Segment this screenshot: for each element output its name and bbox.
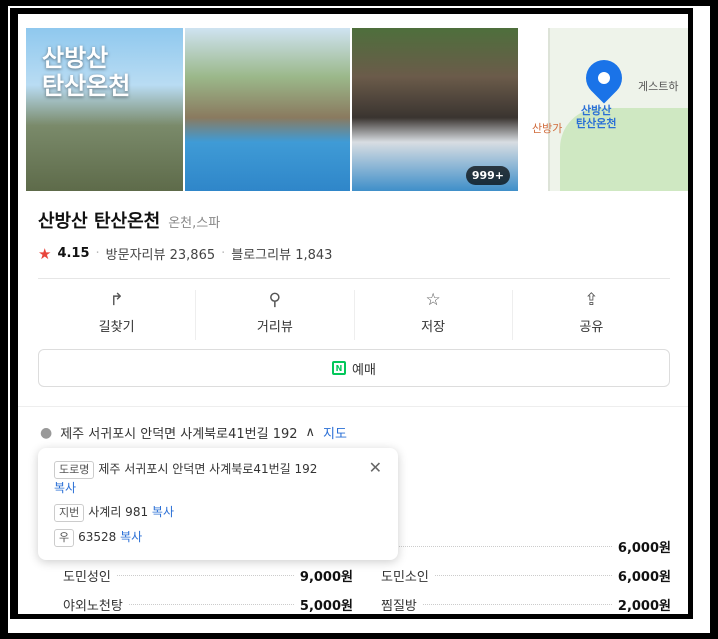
price-cell: 야외노천탕 5,000원 bbox=[63, 599, 353, 614]
street-view-icon: ⚲ bbox=[268, 290, 282, 310]
place-category: 온천,스파 bbox=[168, 216, 221, 231]
zip-row: 우 63528 복사 bbox=[54, 528, 382, 547]
directions-icon: ↱ bbox=[109, 290, 124, 310]
visitor-reviews-link[interactable]: 방문자리뷰 23,865 bbox=[106, 244, 215, 263]
directions-button[interactable]: ↱ 길찾기 bbox=[38, 290, 197, 340]
photo-2[interactable] bbox=[185, 28, 350, 191]
save-button[interactable]: ☆ 저장 bbox=[355, 290, 513, 340]
road-address-row: 도로명 제주 서귀포시 안덕면 사계북로41번길 192 복사 bbox=[54, 461, 318, 495]
map-road bbox=[520, 28, 550, 191]
rating-star-icon: ★ bbox=[38, 244, 52, 263]
naver-booking-icon: N bbox=[332, 361, 347, 375]
lot-address-row: 지번 사계리 981 복사 bbox=[54, 503, 382, 522]
close-icon[interactable]: ✕ bbox=[369, 458, 382, 477]
map-link[interactable]: 지도 bbox=[323, 423, 347, 442]
share-button[interactable]: ⇪ 공유 bbox=[513, 290, 670, 340]
map-pin-icon bbox=[578, 52, 630, 104]
photo-1[interactable]: 산방산 탄산온천 bbox=[26, 28, 183, 191]
place-title-row: 산방산 탄산온천 온천,스파 bbox=[38, 207, 220, 233]
price-cell: 인6,000원 bbox=[381, 537, 671, 556]
photo-title: 산방산 탄산온천 bbox=[42, 44, 130, 100]
share-icon: ⇪ bbox=[584, 290, 599, 310]
map-poi-restaurant: 산방가 bbox=[532, 122, 563, 135]
booking-button[interactable]: N 예매 bbox=[38, 349, 670, 387]
price-row: 도민성인 9,000원 도민소인 6,000원 bbox=[63, 561, 673, 590]
address-row: ● 제주 서귀포시 안덕면 사계북로41번길 192 ∧ 지도 bbox=[40, 423, 347, 443]
copy-zip-button[interactable]: 복사 bbox=[120, 530, 142, 544]
action-bar: ↱ 길찾기 ⚲ 거리뷰 ☆ 저장 ⇪ 공유 bbox=[38, 290, 670, 340]
photo-strip: 산방산 탄산온천 999+ 산방산 탄산온천 게스트하 산방가 bbox=[26, 28, 688, 191]
photo-title-line1: 산방산 bbox=[42, 44, 109, 72]
divider bbox=[38, 278, 670, 279]
address-toggle-chevron-icon[interactable]: ∧ bbox=[306, 425, 316, 440]
place-name: 산방산 탄산온천 bbox=[38, 211, 161, 232]
copy-road-address-button[interactable]: 복사 bbox=[54, 481, 76, 495]
address-text: 제주 서귀포시 안덕면 사계북로41번길 192 bbox=[60, 427, 298, 442]
street-view-button[interactable]: ⚲ 거리뷰 bbox=[196, 290, 355, 340]
section-divider bbox=[18, 406, 688, 407]
photo-count-badge: 999+ bbox=[465, 166, 510, 185]
price-row: 야외노천탕 5,000원 찜질방 2,000원 bbox=[63, 590, 673, 614]
blog-reviews-link[interactable]: 블로그리뷰 1,843 bbox=[231, 244, 332, 263]
photo-title-line2: 탄산온천 bbox=[42, 72, 131, 100]
copy-lot-address-button[interactable]: 복사 bbox=[152, 505, 174, 519]
map-thumbnail[interactable]: 산방산 탄산온천 게스트하 산방가 bbox=[520, 28, 688, 191]
rating-score: 4.15 bbox=[57, 246, 90, 261]
place-panel: 산방산 탄산온천 999+ 산방산 탄산온천 게스트하 산방가 산방산 탄산온천… bbox=[18, 14, 688, 614]
price-cell: 도민성인 9,000원 bbox=[63, 570, 353, 585]
place-stats: ★ 4.15 · 방문자리뷰 23,865 · 블로그리뷰 1,843 bbox=[38, 244, 333, 264]
price-cell: 도민소인 6,000원 bbox=[381, 570, 671, 585]
photo-3[interactable]: 999+ bbox=[352, 28, 518, 191]
map-pin-label: 산방산 탄산온천 bbox=[576, 104, 617, 130]
address-popup: ✕ 도로명 제주 서귀포시 안덕면 사계북로41번길 192 복사 지번 사계리 9… bbox=[38, 448, 398, 560]
map-poi-guesthouse: 게스트하 bbox=[638, 80, 679, 93]
star-icon: ☆ bbox=[425, 290, 441, 310]
location-icon: ● bbox=[40, 424, 53, 441]
price-cell: 찜질방 2,000원 bbox=[381, 599, 671, 614]
